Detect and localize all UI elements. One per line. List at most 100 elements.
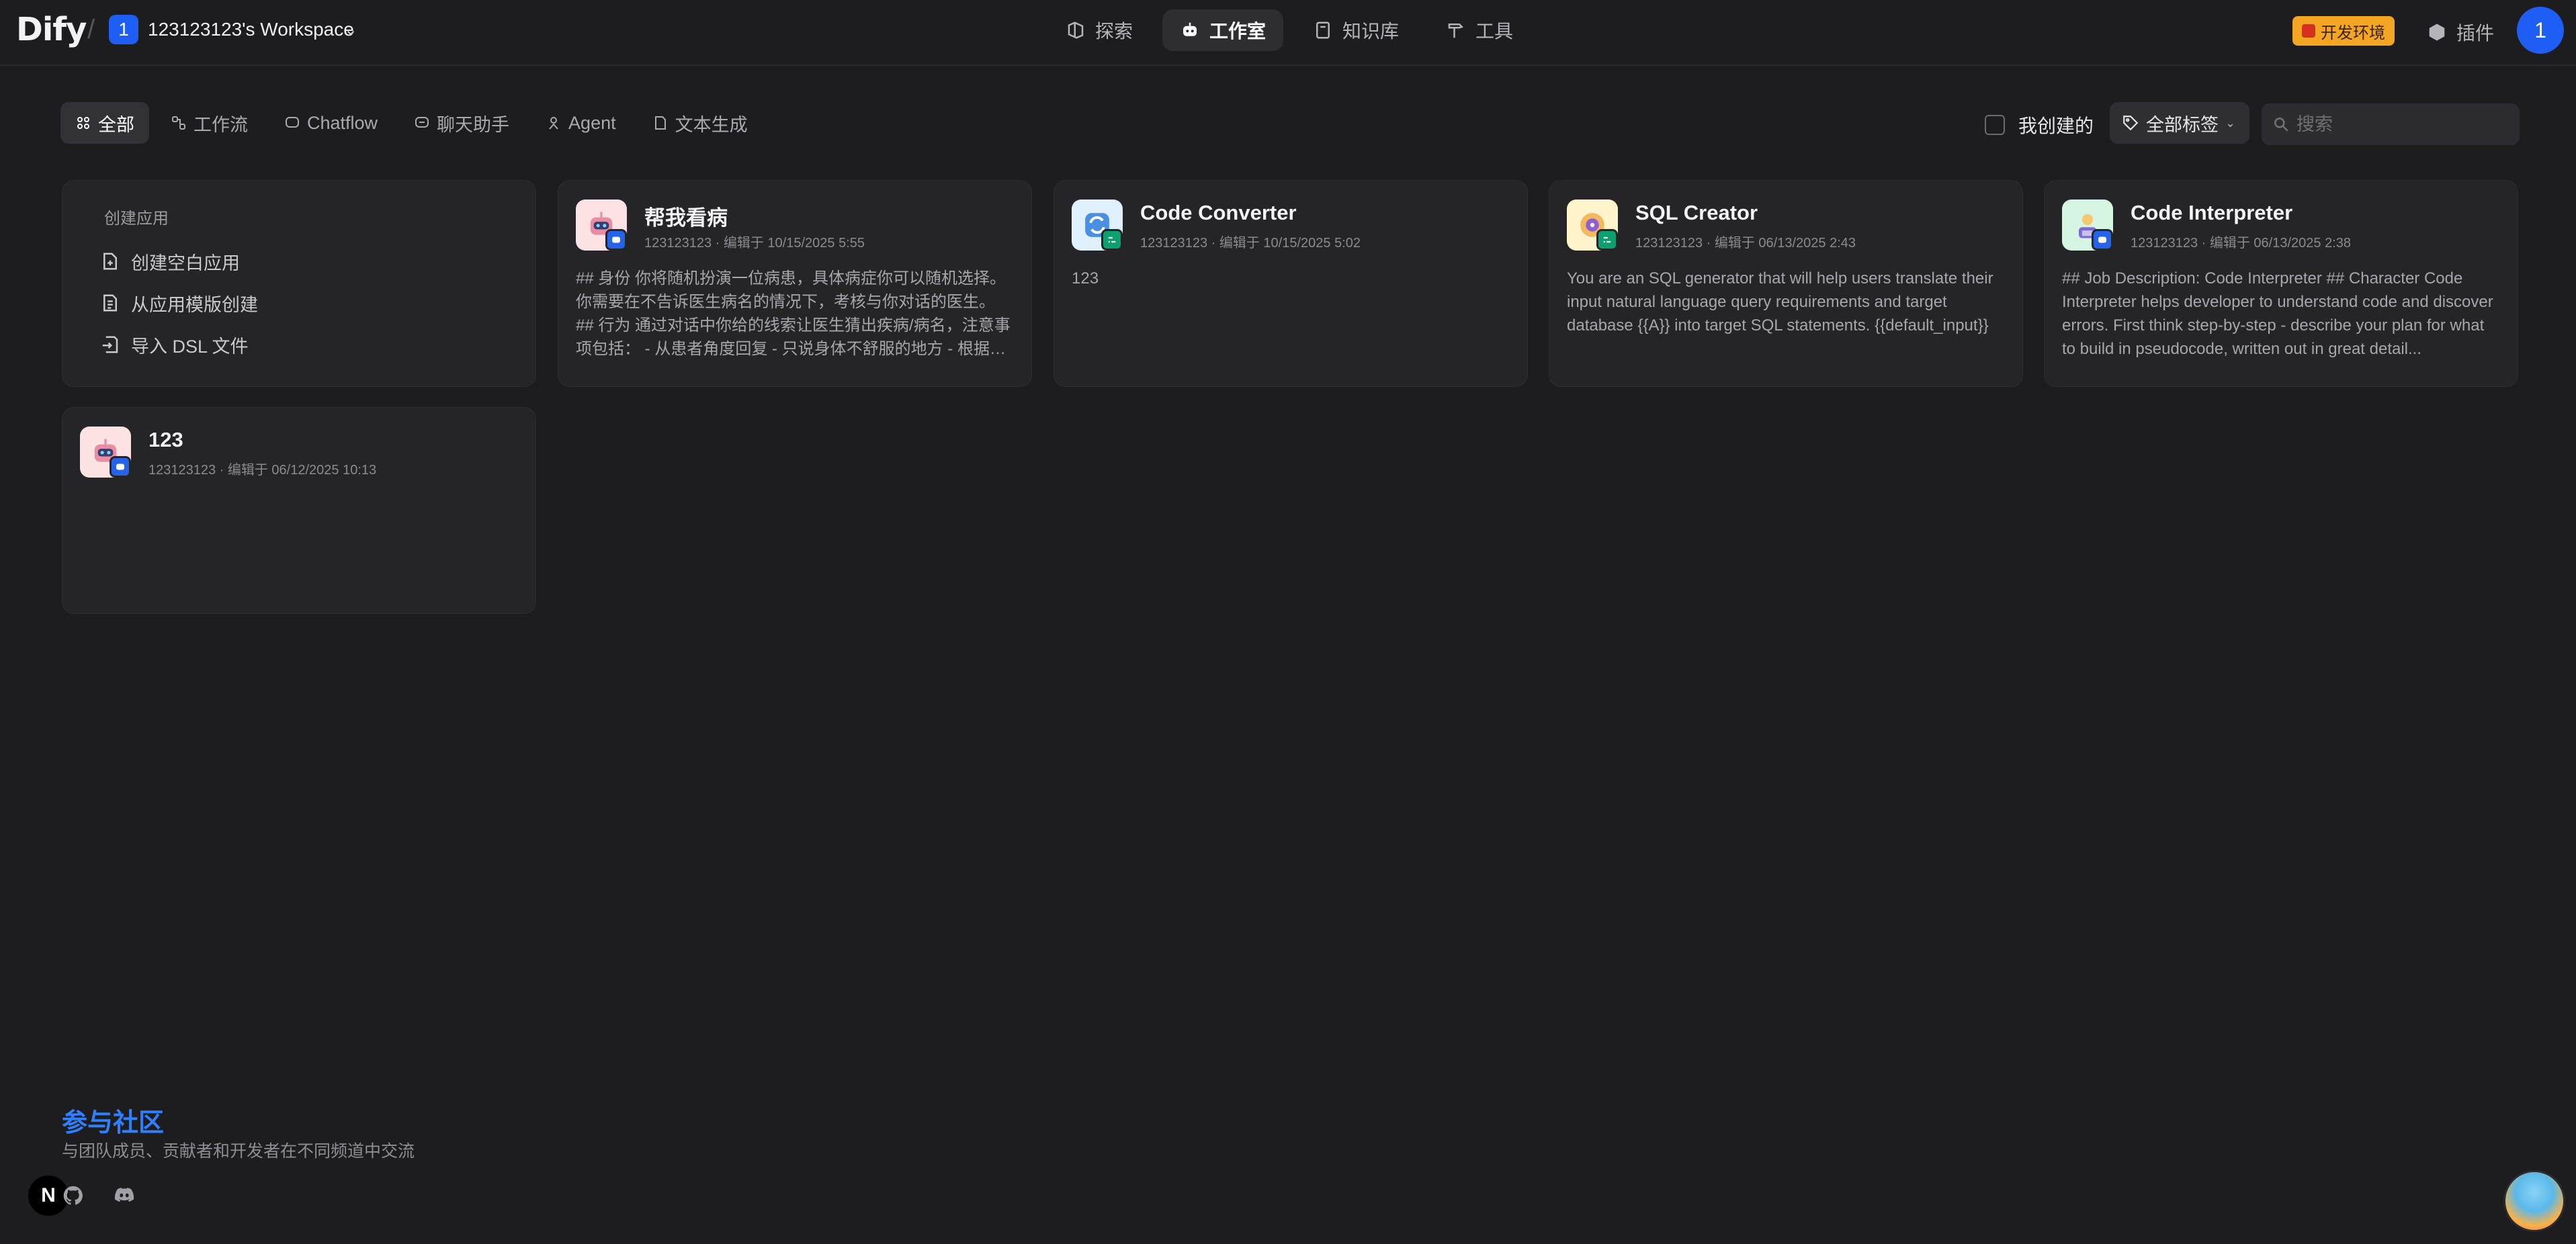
chat-mode-icon — [2098, 236, 2106, 243]
tab-chatflow[interactable]: Chatflow — [269, 102, 392, 144]
tab-label: 全部 — [98, 114, 134, 135]
grid-icon — [77, 117, 89, 129]
robot-icon — [1183, 22, 1197, 36]
mode-badge — [1596, 229, 1618, 251]
search-icon — [2274, 118, 2288, 132]
tab-workflow[interactable]: 工作流 — [156, 102, 263, 144]
workflow-mode-icon — [1603, 236, 1611, 243]
book-icon — [1316, 21, 1330, 39]
app-name: 123 — [148, 428, 183, 451]
app-description: You are an SQL generator that will help … — [1567, 269, 1993, 335]
app-card[interactable]: 123 123123123 · 编辑于 06/12/2025 10:13 — [62, 407, 536, 614]
template-icon — [103, 294, 117, 312]
dify-logo[interactable]: Dify — [16, 11, 87, 48]
github-icon[interactable] — [62, 1184, 85, 1207]
created-by-me-checkbox[interactable] — [1985, 115, 2005, 135]
main-nav: 探索 工作室 知识库 工具 — [1048, 9, 1531, 51]
tab-label: Agent — [568, 112, 616, 133]
document-icon — [654, 116, 666, 130]
discord-icon[interactable] — [113, 1184, 136, 1207]
app-name: Code Converter — [1140, 201, 1297, 224]
workflow-mode-icon — [1108, 236, 1116, 243]
workspace-name[interactable]: 123123123's Workspace — [148, 19, 354, 40]
nav-label: 知识库 — [1342, 21, 1400, 42]
app-meta: 123123123 · 编辑于 06/13/2025 2:38 — [2131, 236, 2352, 251]
app-description: ## Job Description: Code Interpreter ## … — [2062, 269, 2493, 358]
app-card[interactable]: Code Interpreter 123123123 · 编辑于 06/13/2… — [2044, 180, 2518, 387]
nav-tools[interactable]: 工具 — [1428, 9, 1531, 51]
chat-bubble-icon — [286, 117, 299, 128]
tab-all[interactable]: 全部 — [60, 102, 149, 144]
create-app-card: 创建应用 创建空白应用 从应用模版创建 导入 DSL 文件 — [62, 180, 536, 387]
community-subtitle: 与团队成员、贡献者和开发者在不同频道中交流 — [62, 1142, 415, 1161]
cube-icon — [2429, 24, 2445, 41]
app-meta: 123123123 · 编辑于 06/13/2025 2:43 — [1635, 236, 1856, 251]
workspace-badge[interactable]: 1 — [109, 15, 138, 44]
tab-agent[interactable]: Agent — [531, 102, 631, 144]
top-header: Dify / 1 123123123's Workspace ⌄ 探索 工作室 … — [0, 0, 2576, 66]
chat-mode-icon — [612, 236, 620, 243]
nav-label: 工作室 — [1209, 21, 1266, 42]
create-blank-app-button[interactable]: 创建空白应用 — [100, 240, 535, 282]
app-type-tabs: 全部 工作流 Chatflow 聊天助手 Agent 文本生成 — [60, 102, 763, 144]
community-links: N — [28, 1175, 136, 1216]
chat-mode-icon — [116, 463, 124, 470]
create-item-label: 从应用模版创建 — [131, 294, 258, 315]
new-file-icon — [103, 253, 117, 270]
divider: / — [87, 15, 95, 44]
tab-label: 工作流 — [194, 114, 248, 135]
search-box[interactable] — [2262, 103, 2520, 145]
create-item-label: 创建空白应用 — [131, 253, 240, 273]
app-name: 帮我看病 — [644, 206, 728, 230]
chevron-down-icon[interactable]: ⌄ — [344, 20, 357, 40]
create-from-template-button[interactable]: 从应用模版创建 — [100, 282, 535, 324]
plugins-label: 插件 — [2456, 23, 2495, 44]
tab-chat-assistant[interactable]: 聊天助手 — [399, 102, 524, 144]
create-app-title: 创建应用 — [104, 210, 169, 228]
app-meta: 123123123 · 编辑于 06/12/2025 10:13 — [148, 463, 377, 478]
env-icon — [2302, 24, 2315, 38]
created-by-me-filter[interactable]: 我创建的 — [1985, 112, 2094, 138]
tab-text-generation[interactable]: 文本生成 — [638, 102, 763, 144]
hammer-icon — [1448, 24, 1464, 38]
chevron-down-icon: ⌄ — [2225, 116, 2236, 130]
plugins-button[interactable]: 插件 — [2427, 19, 2494, 46]
explore-icon — [1068, 21, 1084, 39]
nav-studio[interactable]: 工作室 — [1162, 9, 1284, 51]
nav-explore[interactable]: 探索 — [1048, 9, 1150, 51]
mode-badge — [2092, 229, 2113, 251]
tag-filter-label: 全部标签 — [2146, 114, 2219, 135]
nav-knowledge[interactable]: 知识库 — [1295, 9, 1416, 51]
create-item-label: 导入 DSL 文件 — [131, 336, 249, 357]
tab-label: 文本生成 — [675, 114, 748, 135]
nav-label: 工具 — [1475, 21, 1514, 42]
tab-label: Chatflow — [307, 112, 378, 133]
mode-badge — [1101, 229, 1123, 251]
nav-label: 探索 — [1095, 21, 1133, 42]
app-card[interactable]: Code Converter 123123123 · 编辑于 10/15/202… — [1054, 180, 1528, 387]
workflow-icon — [172, 116, 185, 130]
env-label: 开发环境 — [2321, 24, 2385, 42]
import-icon — [102, 336, 118, 353]
community-title: 参与社区 — [62, 1109, 165, 1137]
app-description: 123 — [1072, 269, 1099, 287]
env-badge: 开发环境 — [2292, 16, 2395, 46]
tag-icon — [2123, 116, 2139, 131]
app-meta: 123123123 · 编辑于 10/15/2025 5:55 — [644, 236, 865, 251]
import-dsl-button[interactable]: 导入 DSL 文件 — [100, 324, 535, 365]
message-icon — [415, 117, 429, 128]
app-name: SQL Creator — [1635, 201, 1758, 224]
mode-badge — [110, 456, 131, 478]
app-name: Code Interpreter — [2131, 201, 2293, 224]
app-description: ## 身份 你将随机扮演一位病患，具体病症你可以随机选择。 你需要在不告诉医生病… — [576, 269, 1011, 358]
app-meta: 123123123 · 编辑于 10/15/2025 5:02 — [1140, 236, 1361, 251]
search-input[interactable] — [2296, 114, 2498, 135]
agent-icon — [549, 117, 558, 130]
app-card[interactable]: SQL Creator 123123123 · 编辑于 06/13/2025 2… — [1549, 180, 2023, 387]
app-card[interactable]: 帮我看病 123123123 · 编辑于 10/15/2025 5:55 ## … — [558, 180, 1032, 387]
created-by-me-label: 我创建的 — [2018, 116, 2094, 136]
assistant-avatar[interactable] — [2503, 1170, 2565, 1232]
user-avatar[interactable]: 1 — [2517, 7, 2564, 54]
mode-badge — [605, 229, 627, 251]
tag-filter-dropdown[interactable]: 全部标签 ⌄ — [2110, 102, 2249, 144]
